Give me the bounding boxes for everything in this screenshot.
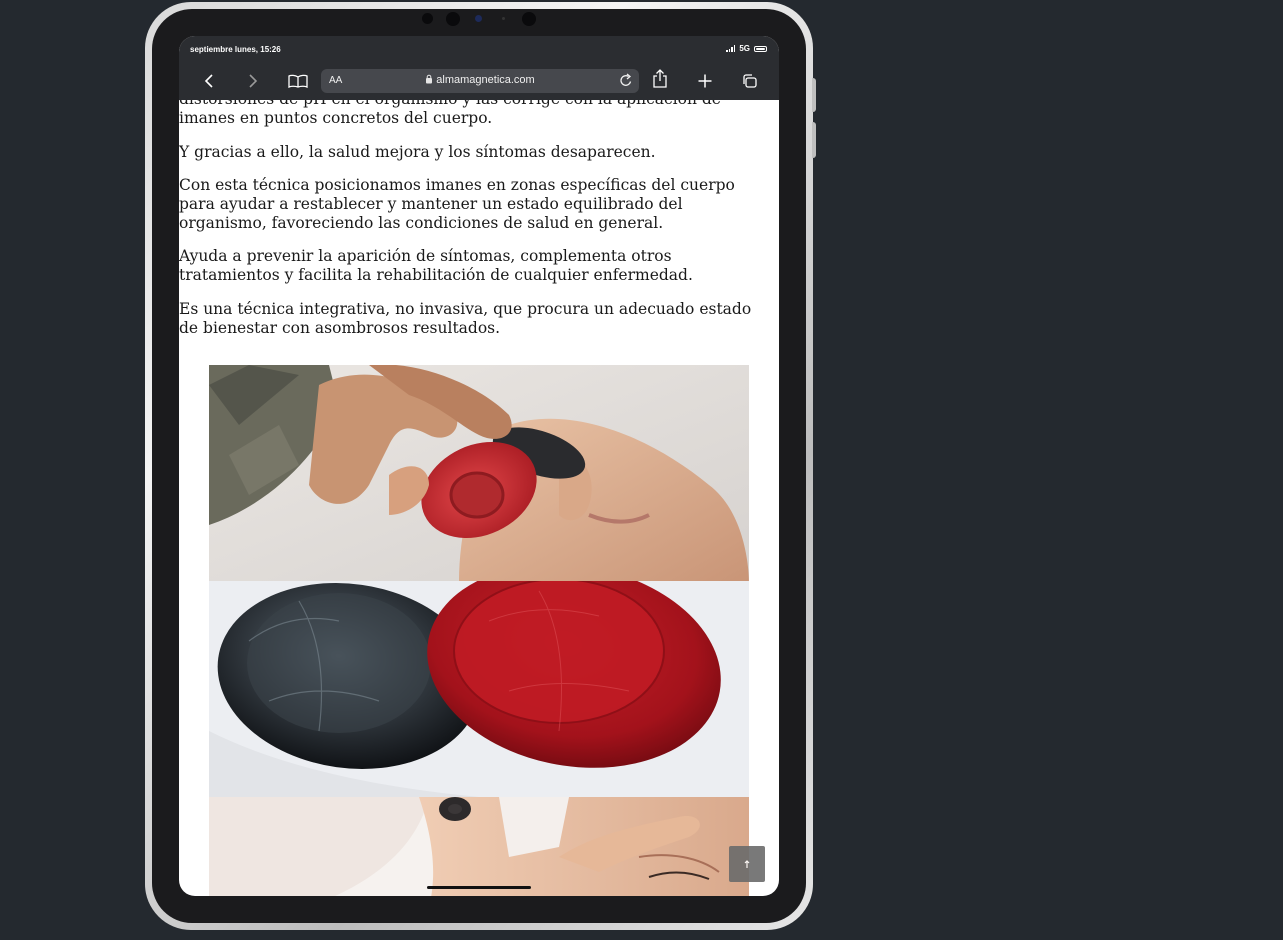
address-bar[interactable]: AA almamagnetica.com — [321, 69, 639, 93]
signal-icon — [726, 45, 736, 52]
magnet-treatment-illustration — [209, 797, 749, 896]
magnet-face-illustration — [209, 365, 749, 581]
front-camera-icon — [446, 12, 460, 26]
page-content: distorsiones de pH en el organismo y las… — [179, 86, 779, 896]
leather-magnets-illustration — [209, 581, 749, 797]
face-sensor-icon — [522, 12, 536, 26]
scroll-to-top-button[interactable] — [729, 846, 765, 882]
lock-icon — [426, 74, 433, 84]
volume-up-button — [812, 78, 816, 112]
magnet-treatment-photo — [209, 797, 749, 896]
tabs-icon[interactable] — [738, 71, 760, 91]
forward-icon[interactable] — [242, 71, 264, 91]
camera-lens-icon — [475, 15, 482, 22]
sensor-dot — [422, 13, 433, 24]
magnet-face-photo — [209, 365, 749, 581]
sensor-dot-small — [502, 17, 505, 20]
url-text: almamagnetica.com — [436, 74, 535, 86]
home-indicator[interactable] — [427, 886, 531, 889]
arrow-up-icon — [744, 859, 750, 868]
browser-toolbar: septiembre lunes, 15:26 5G AA almamagnet… — [179, 36, 779, 100]
tablet-screen: septiembre lunes, 15:26 5G AA almamagnet… — [179, 36, 779, 896]
share-icon[interactable] — [649, 69, 671, 89]
article-paragraph: Es una técnica integrativa, no invasiva,… — [179, 300, 752, 337]
volume-down-button — [812, 122, 816, 158]
reload-icon[interactable] — [619, 73, 633, 93]
leather-magnets-photo — [209, 581, 749, 797]
status-indicators: 5G — [726, 44, 767, 53]
battery-icon — [754, 45, 767, 52]
new-tab-icon[interactable] — [694, 71, 716, 91]
status-time: septiembre lunes, 15:26 — [190, 45, 281, 54]
article-paragraph: Y gracias a ello, la salud mejora y los … — [179, 143, 656, 161]
back-icon[interactable] — [198, 71, 220, 91]
article-paragraph: Ayuda a prevenir la aparición de síntoma… — [179, 247, 693, 284]
bookmarks-icon[interactable] — [287, 71, 309, 91]
article-paragraph: Con esta técnica posicionamos imanes en … — [179, 176, 735, 232]
url-display[interactable]: almamagnetica.com — [321, 74, 639, 86]
network-label: 5G — [739, 44, 750, 53]
